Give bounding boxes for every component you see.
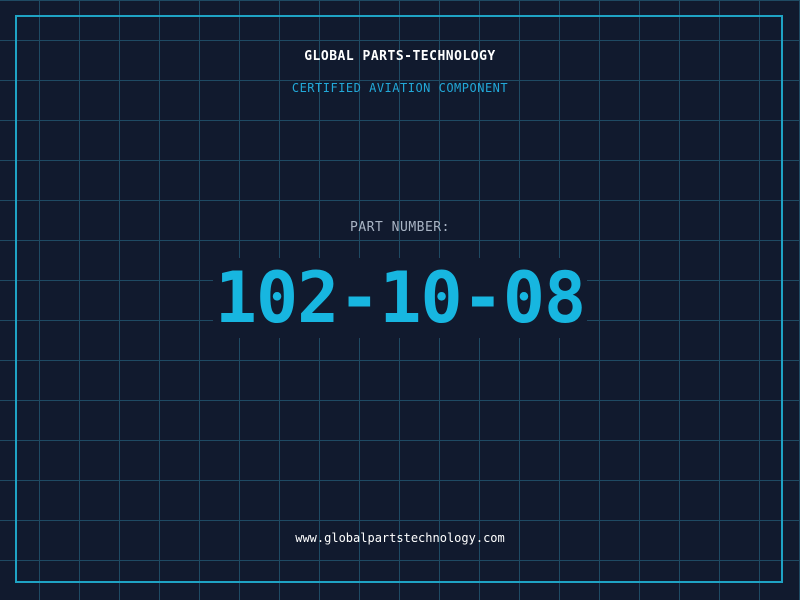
label-canvas: GLOBAL PARTS-TECHNOLOGY CERTIFIED AVIATI…: [0, 0, 800, 600]
tagline: CERTIFIED AVIATION COMPONENT: [291, 81, 509, 95]
part-number-value: 102-10-08: [212, 257, 588, 339]
part-number-container: 102-10-08: [0, 258, 800, 338]
website-url: www.globalpartstechnology.com: [295, 531, 505, 545]
part-number-label: PART NUMBER:: [350, 220, 450, 235]
company-name: GLOBAL PARTS-TECHNOLOGY: [304, 49, 496, 64]
